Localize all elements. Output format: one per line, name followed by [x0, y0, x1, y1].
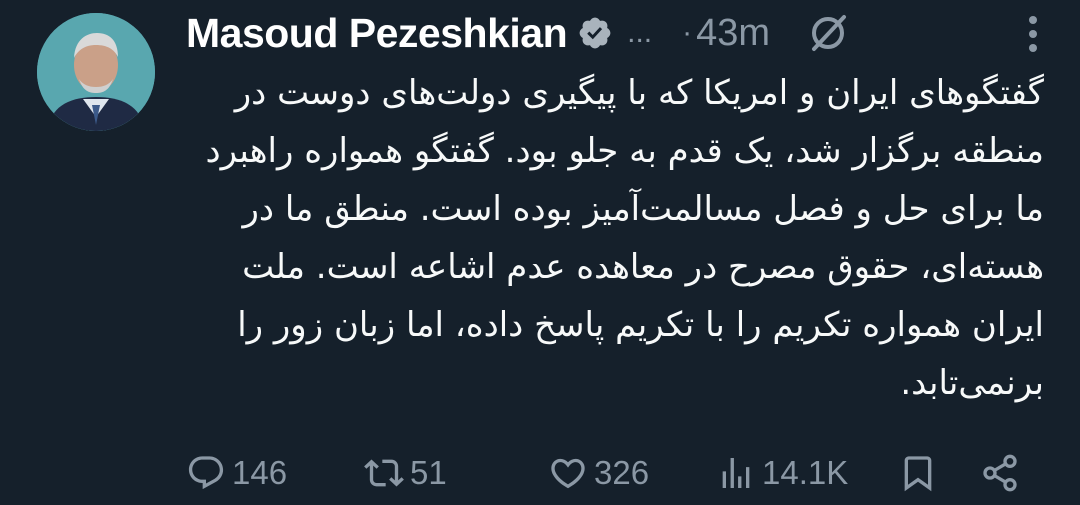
grok-icon[interactable] — [804, 9, 852, 57]
like-button[interactable]: 326 — [548, 453, 649, 493]
bookmark-icon — [904, 456, 932, 492]
more-options-icon[interactable] — [1026, 14, 1040, 54]
tweet-actions: 146 51 326 14.1K — [186, 448, 1040, 498]
tweet-header: Masoud Pezeshkian ... · 43m — [186, 4, 1060, 62]
verified-badge-icon — [577, 15, 613, 51]
bookmark-button[interactable] — [898, 453, 938, 493]
retweet-button[interactable]: 51 — [364, 453, 447, 493]
handle-truncated: ... — [627, 16, 653, 49]
time-separator: · — [682, 16, 693, 49]
heart-icon — [551, 458, 585, 489]
tweet-time[interactable]: 43m — [696, 12, 770, 55]
reply-count: 146 — [232, 454, 288, 491]
share-button[interactable] — [980, 453, 1020, 493]
tweet-text: گفتگوهای ایران و امریکا که با پیگیری دول… — [205, 73, 1044, 403]
author-name[interactable]: Masoud Pezeshkian — [186, 10, 568, 57]
analytics-icon — [722, 458, 750, 488]
reply-button[interactable]: 146 — [186, 453, 287, 493]
like-count: 326 — [594, 454, 650, 491]
reply-icon — [188, 456, 224, 490]
retweet-icon — [364, 459, 404, 487]
share-icon — [983, 454, 1017, 492]
views-count: 14.1K — [762, 454, 849, 491]
views-button[interactable]: 14.1K — [716, 453, 848, 493]
retweet-count: 51 — [410, 454, 447, 491]
avatar[interactable] — [37, 13, 155, 131]
